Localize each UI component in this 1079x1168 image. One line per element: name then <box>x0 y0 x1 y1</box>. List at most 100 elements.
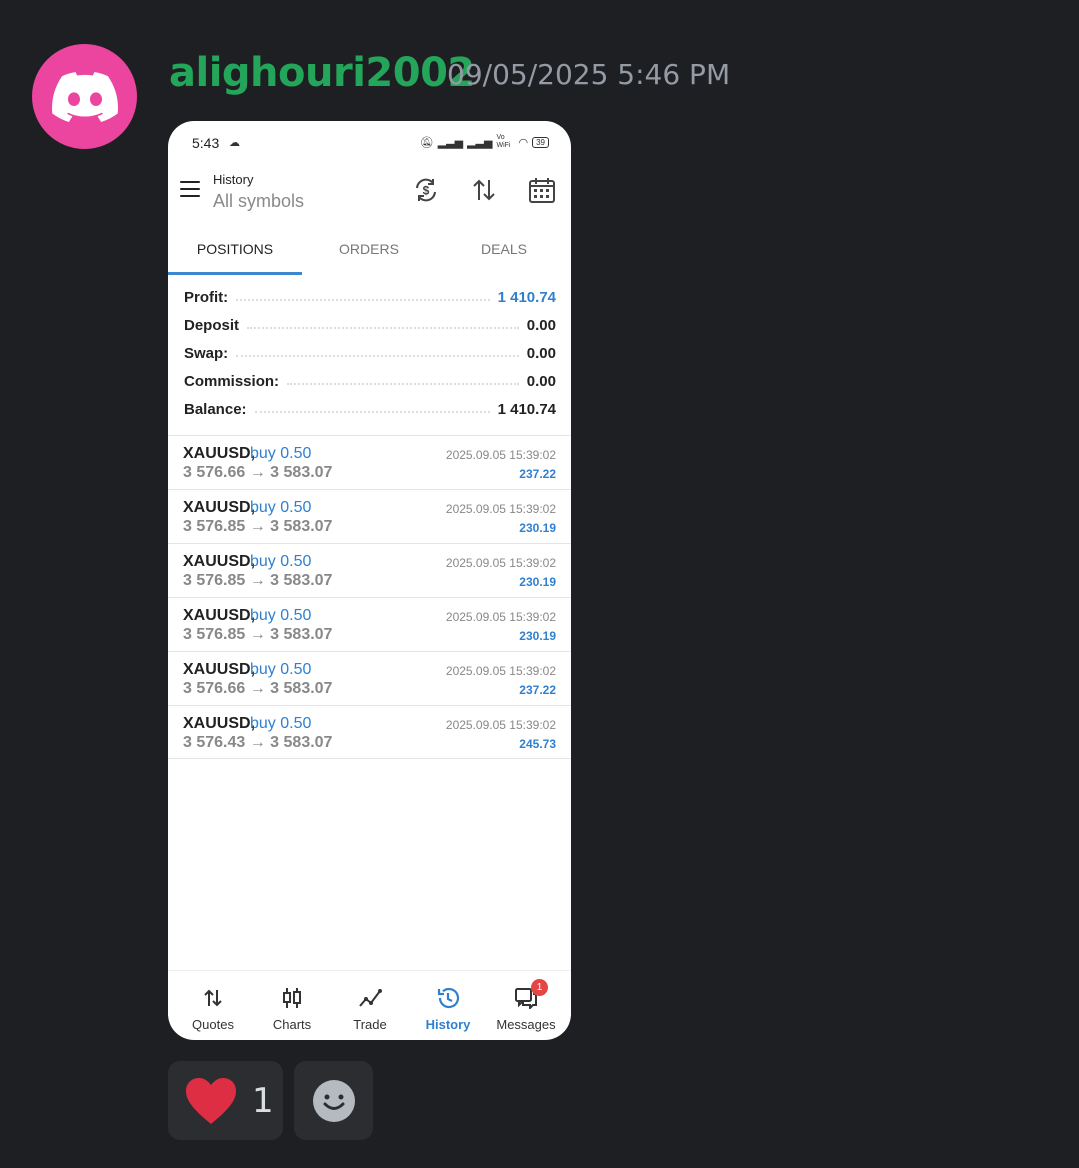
position-type: buy 0.50 <box>250 445 312 462</box>
position-type: buy 0.50 <box>250 553 312 570</box>
summary-row-balance: Balance: 1 410.74 <box>184 395 556 423</box>
nav-label: Charts <box>272 1017 312 1032</box>
position-profit: 230.19 <box>519 575 556 589</box>
summary-value: 0.00 <box>526 372 556 390</box>
vowifi-label: Vo WiFi <box>496 134 511 149</box>
menu-icon[interactable] <box>180 181 200 197</box>
summary-label: Deposit <box>184 316 240 334</box>
message-username[interactable]: alighouri2002 <box>169 50 475 96</box>
dotted-leader <box>236 299 490 301</box>
dotted-leader <box>254 411 490 413</box>
dotted-leader <box>247 327 519 329</box>
currency-exchange-icon[interactable]: $ <box>412 176 440 204</box>
quotes-arrows-icon <box>204 989 222 1007</box>
summary-value: 1 410.74 <box>497 288 556 306</box>
phone-status-bar: 5:43 ☁ 🔕︎ ▂▃▅ ▂▃▅ Vo WiFi ◠ 39 <box>168 121 571 163</box>
summary-row-commission: Commission: 0.00 <box>184 367 556 395</box>
position-symbol: XAUUSD, <box>183 715 256 732</box>
position-row[interactable]: XAUUSD, buy 0.50 3 576.85 → 3 583.07 202… <box>168 597 571 651</box>
position-symbol: XAUUSD, <box>183 445 256 462</box>
user-avatar[interactable] <box>32 44 137 149</box>
position-symbol: XAUUSD, <box>183 553 256 570</box>
summary-row-deposit: Deposit 0.00 <box>184 311 556 339</box>
position-row[interactable]: XAUUSD, buy 0.50 3 576.43 → 3 583.07 202… <box>168 705 571 759</box>
nav-quotes[interactable]: Quotes <box>174 971 252 1040</box>
position-time: 2025.09.05 15:39:02 <box>445 664 556 678</box>
position-time: 2025.09.05 15:39:02 <box>445 610 556 624</box>
summary-label: Balance: <box>184 400 247 418</box>
history-tabs: POSITIONS ORDERS DEALS <box>168 229 571 275</box>
position-time: 2025.09.05 15:39:02 <box>445 556 556 570</box>
position-time: 2025.09.05 15:39:02 <box>445 502 556 516</box>
wifi-icon: ◠ <box>518 136 529 149</box>
status-time: 5:43 <box>192 135 220 151</box>
summary-label: Swap: <box>184 344 229 362</box>
nav-history[interactable]: History <box>409 971 487 1040</box>
position-type: buy 0.50 <box>250 715 312 732</box>
reaction-heart[interactable]: 1 <box>168 1061 283 1140</box>
position-type: buy 0.50 <box>250 499 312 516</box>
symbol-filter[interactable]: All symbols <box>213 191 304 212</box>
cloud-icon: ☁ <box>229 137 240 149</box>
mute-icon: 🔕︎ <box>419 136 434 149</box>
position-prices: 3 576.66 → 3 583.07 <box>183 680 333 697</box>
tab-deals[interactable]: DEALS <box>437 229 571 275</box>
summary-value: 0.00 <box>526 344 556 362</box>
position-profit: 237.22 <box>519 467 556 481</box>
position-prices: 3 576.85 → 3 583.07 <box>183 626 333 643</box>
add-reaction-smiley-icon <box>312 1079 355 1122</box>
summary-value: 1 410.74 <box>497 400 556 418</box>
nav-messages[interactable]: 1 Messages <box>487 971 565 1040</box>
tab-positions[interactable]: POSITIONS <box>168 229 302 275</box>
bottom-navigation: Quotes Charts Trade History 1 Messages <box>168 970 571 1040</box>
discord-logo-icon <box>51 71 118 122</box>
history-clock-icon <box>437 987 460 1009</box>
attachment-screenshot[interactable]: 5:43 ☁ 🔕︎ ▂▃▅ ▂▃▅ Vo WiFi ◠ 39 History A… <box>168 121 571 1040</box>
summary-panel: Profit: 1 410.74 Deposit 0.00 Swap: 0.00… <box>184 283 556 423</box>
battery-icon: 39 <box>532 136 549 148</box>
svg-text:$: $ <box>423 184 430 198</box>
position-symbol: XAUUSD, <box>183 499 256 516</box>
nav-label: Trade <box>353 1017 387 1032</box>
summary-value: 0.00 <box>526 316 556 334</box>
tab-orders[interactable]: ORDERS <box>302 229 436 275</box>
reaction-count: 1 <box>252 1080 274 1121</box>
signal-icon: ▂▃▅ <box>437 136 464 149</box>
nav-label: Quotes <box>192 1017 234 1032</box>
red-heart-icon <box>186 1077 236 1124</box>
position-profit: 245.73 <box>519 737 556 751</box>
nav-label: History <box>425 1017 471 1032</box>
dotted-leader <box>236 355 519 357</box>
position-time: 2025.09.05 15:39:02 <box>445 448 556 462</box>
position-row[interactable]: XAUUSD, buy 0.50 3 576.85 → 3 583.07 202… <box>168 489 571 543</box>
nav-trade[interactable]: Trade <box>331 971 409 1040</box>
nav-charts[interactable]: Charts <box>253 971 331 1040</box>
status-icons: 🔕︎ ▂▃▅ ▂▃▅ Vo WiFi ◠ 39 <box>420 134 549 150</box>
positions-list: XAUUSD, buy 0.50 3 576.66 → 3 583.07 202… <box>168 435 571 759</box>
calendar-icon[interactable] <box>528 176 556 204</box>
page-title: History <box>213 172 254 187</box>
position-symbol: XAUUSD, <box>183 661 256 678</box>
candlestick-icon <box>283 988 301 1008</box>
position-prices: 3 576.85 → 3 583.07 <box>183 572 333 589</box>
position-type: buy 0.50 <box>250 607 312 624</box>
position-row[interactable]: XAUUSD, buy 0.50 3 576.85 → 3 583.07 202… <box>168 543 571 597</box>
signal-icon-2: ▂▃▅ <box>467 136 493 149</box>
trend-line-icon <box>359 989 382 1007</box>
position-prices: 3 576.43 → 3 583.07 <box>183 734 333 751</box>
position-symbol: XAUUSD, <box>183 607 256 624</box>
position-time: 2025.09.05 15:39:02 <box>445 718 556 732</box>
position-row[interactable]: XAUUSD, buy 0.50 3 576.66 → 3 583.07 202… <box>168 435 571 489</box>
position-prices: 3 576.85 → 3 583.07 <box>183 518 333 535</box>
position-prices: 3 576.66 → 3 583.07 <box>183 464 333 481</box>
position-row[interactable]: XAUUSD, buy 0.50 3 576.66 → 3 583.07 202… <box>168 651 571 705</box>
position-profit: 230.19 <box>519 521 556 535</box>
dotted-leader <box>287 383 519 385</box>
unread-badge: 1 <box>531 979 548 996</box>
message-timestamp: 09/05/2025 5:46 PM <box>447 58 731 91</box>
nav-label: Messages <box>496 1017 556 1032</box>
sort-icon[interactable] <box>470 176 498 204</box>
summary-row-profit: Profit: 1 410.74 <box>184 283 556 311</box>
add-reaction-button[interactable] <box>294 1061 373 1140</box>
summary-label: Commission: <box>184 372 280 390</box>
